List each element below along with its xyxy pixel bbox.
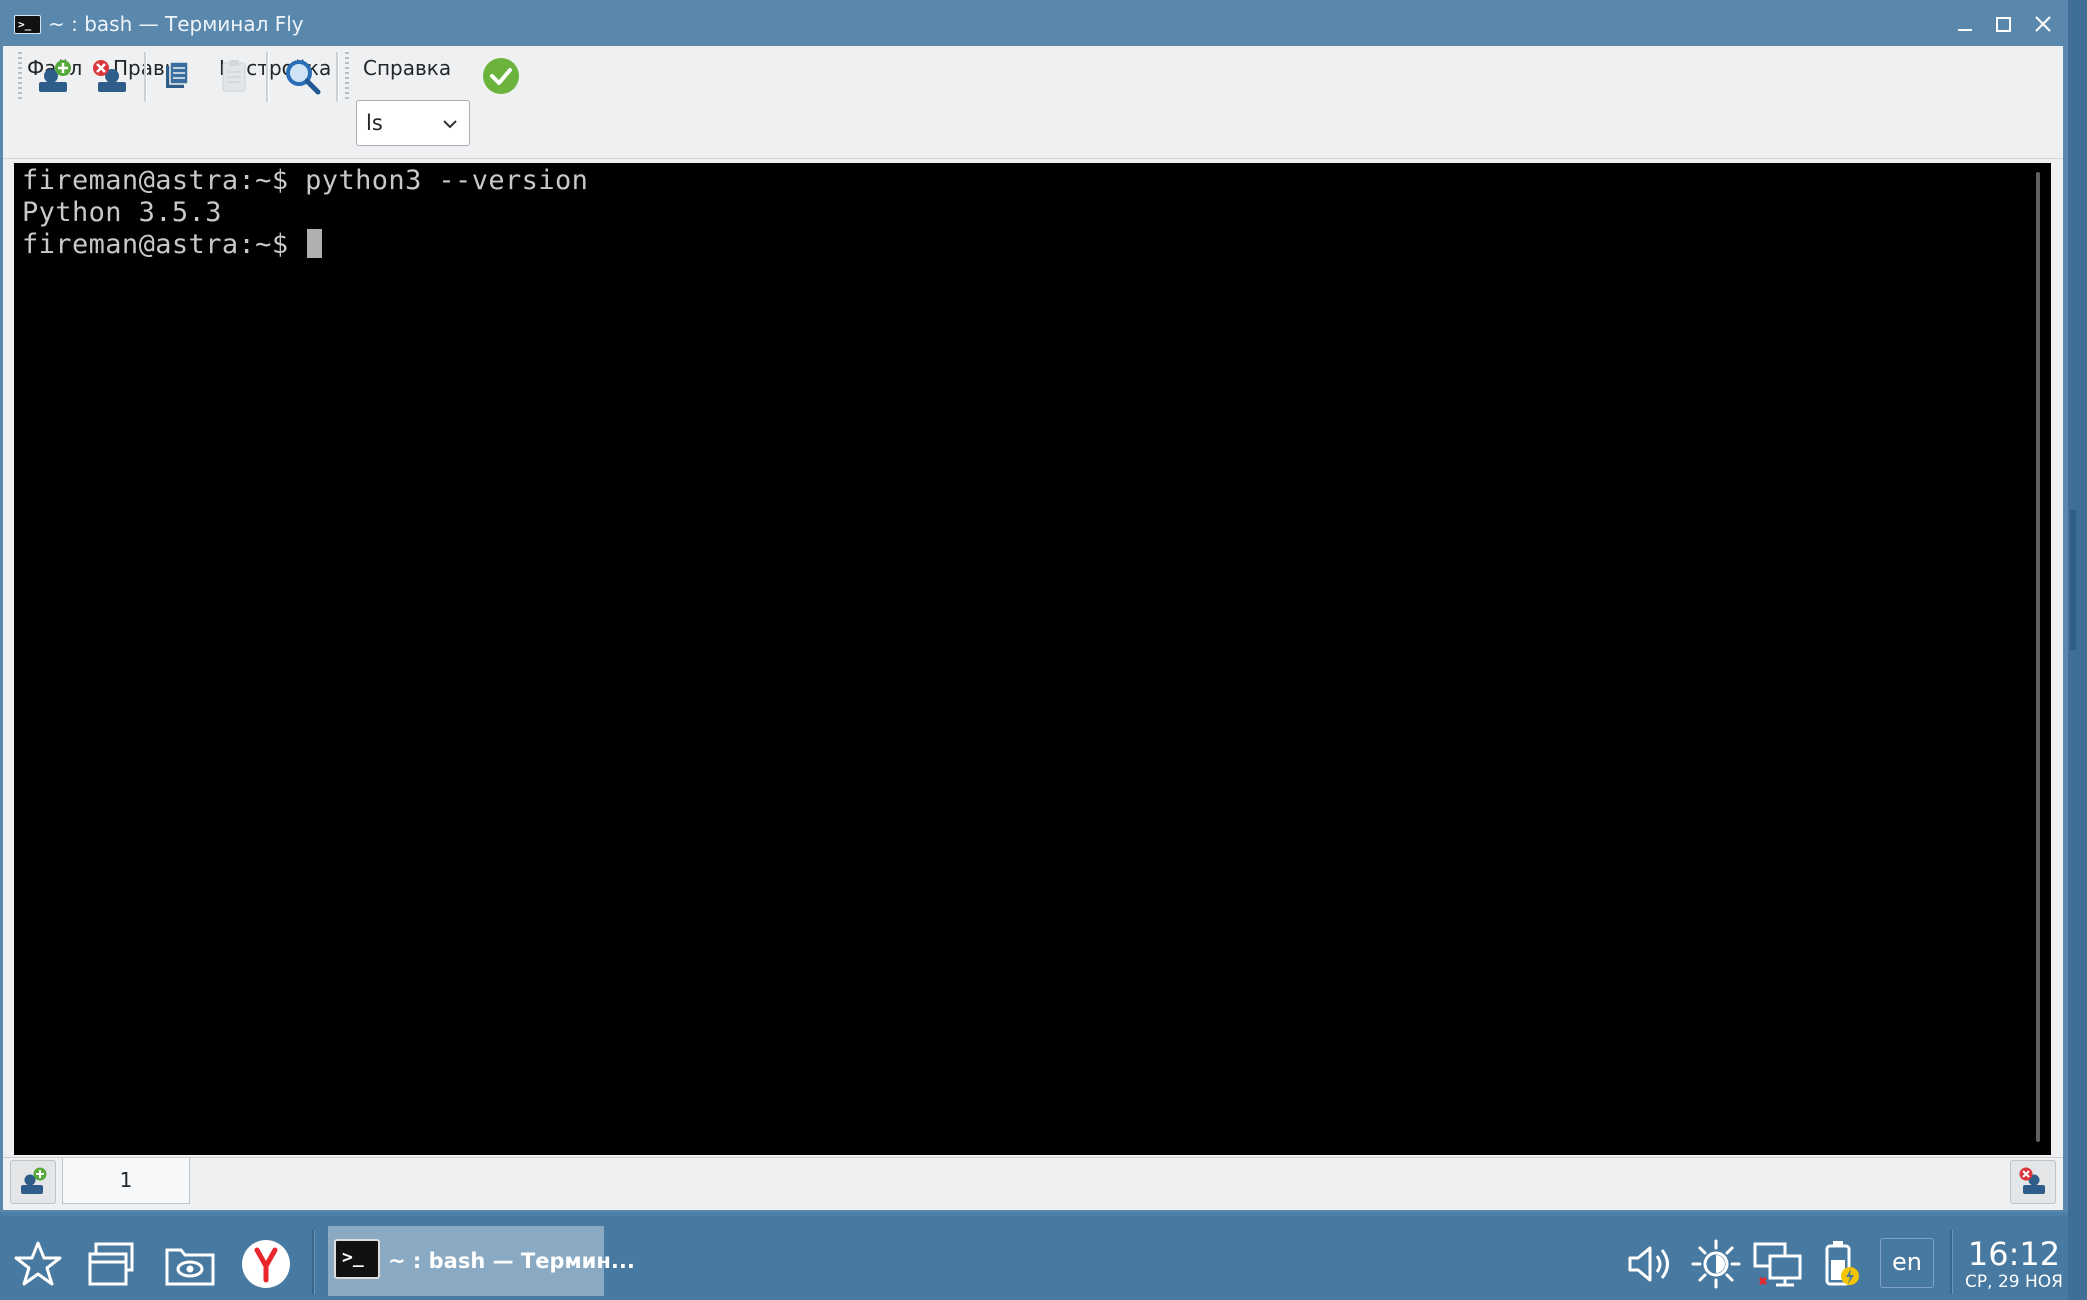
new-tab-icon bbox=[39, 60, 71, 92]
terminal-scrollbar[interactable] bbox=[2036, 172, 2040, 1142]
network-icon bbox=[1753, 1242, 1802, 1287]
close-tab-icon bbox=[2019, 1167, 2045, 1194]
keyboard-layout-indicator[interactable]: en bbox=[1880, 1238, 1934, 1288]
paste-button[interactable] bbox=[212, 54, 256, 98]
minimize-button[interactable] bbox=[1950, 10, 1980, 38]
run-command-button[interactable] bbox=[479, 54, 523, 98]
search-icon bbox=[286, 60, 321, 95]
yandex-browser-icon bbox=[242, 1240, 290, 1288]
maximize-button[interactable] bbox=[1988, 10, 2018, 38]
clock-date: СР, 29 НОЯ bbox=[1965, 1272, 2063, 1292]
close-session-button[interactable] bbox=[2010, 1160, 2056, 1204]
window-title: ~ : bash — Терминал Fly bbox=[48, 12, 304, 36]
terminal-line: Python 3.5.3 bbox=[22, 197, 222, 228]
new-tab-button[interactable] bbox=[33, 54, 77, 98]
file-manager-icon bbox=[165, 1248, 215, 1286]
checkmark-icon bbox=[483, 58, 519, 94]
battery-button[interactable] bbox=[1814, 1238, 1866, 1290]
start-menu-button[interactable] bbox=[12, 1238, 64, 1290]
clock[interactable]: 16:12 СР, 29 НОЯ bbox=[1964, 1236, 2064, 1292]
brightness-icon bbox=[1691, 1239, 1741, 1289]
title-bar[interactable]: >_ ~ : bash — Терминал Fly bbox=[0, 0, 2068, 48]
task-terminal[interactable]: >_ ~ : bash — Термин... bbox=[328, 1226, 635, 1296]
terminal-icon: >_ bbox=[334, 1239, 380, 1279]
task-title: ~ : bash — Термин... bbox=[388, 1249, 635, 1273]
windows-switcher-button[interactable] bbox=[86, 1238, 138, 1290]
close-tab-icon bbox=[93, 60, 126, 92]
toolbar-separator bbox=[336, 52, 339, 102]
battery-icon bbox=[1825, 1241, 1859, 1286]
clock-time: 16:12 bbox=[1967, 1235, 2061, 1273]
brightness-button[interactable] bbox=[1690, 1238, 1742, 1290]
command-combobox[interactable]: ls bbox=[356, 100, 470, 146]
close-button[interactable] bbox=[2028, 10, 2058, 38]
menu-help[interactable]: Справка bbox=[357, 54, 457, 82]
taskbar-separator bbox=[312, 1230, 315, 1294]
windows-icon bbox=[88, 1242, 134, 1286]
volume-icon bbox=[1628, 1246, 1669, 1282]
search-button[interactable] bbox=[280, 54, 324, 98]
chevron-down-icon bbox=[443, 120, 457, 129]
terminal-cursor bbox=[307, 229, 323, 258]
terminal-window: >_ ~ : bash — Терминал Fly Файл Правка Н… bbox=[0, 0, 2068, 1212]
close-tab-button[interactable] bbox=[88, 54, 132, 98]
command-value: ls bbox=[366, 111, 383, 135]
copy-button[interactable] bbox=[155, 54, 199, 98]
file-manager-button[interactable] bbox=[164, 1238, 216, 1290]
terminal-prompt-line: fireman@astra:~$ bbox=[22, 229, 323, 261]
start-menu-icon bbox=[14, 1241, 62, 1286]
toolbar-grip[interactable] bbox=[345, 52, 349, 102]
new-tab-icon bbox=[21, 1167, 47, 1194]
terminal-icon: >_ bbox=[14, 15, 41, 34]
terminal-output[interactable]: fireman@astra:~$ python3 --version Pytho… bbox=[14, 163, 2051, 1155]
yandex-browser-button[interactable] bbox=[240, 1238, 292, 1290]
taskbar-separator bbox=[1950, 1230, 1953, 1294]
toolbar bbox=[3, 90, 2063, 159]
toolbar-grip[interactable] bbox=[18, 52, 22, 102]
maximize-icon bbox=[1996, 17, 2011, 32]
terminal-prompt: fireman@astra:~$ bbox=[22, 229, 306, 260]
add-session-button[interactable] bbox=[10, 1160, 56, 1204]
close-icon bbox=[2035, 16, 2051, 32]
network-button[interactable] bbox=[1752, 1238, 1804, 1290]
desktop-edge bbox=[2068, 0, 2087, 1300]
copy-icon bbox=[166, 61, 189, 88]
paste-icon bbox=[222, 60, 246, 92]
minimize-icon bbox=[1958, 29, 1972, 31]
toolbar-separator bbox=[266, 52, 269, 102]
session-tab-1[interactable]: 1 bbox=[62, 1158, 190, 1204]
volume-button[interactable] bbox=[1624, 1238, 1676, 1290]
terminal-line: fireman@astra:~$ python3 --version bbox=[22, 165, 589, 196]
session-tab-bar bbox=[3, 1157, 2063, 1208]
toolbar-separator bbox=[144, 52, 147, 102]
